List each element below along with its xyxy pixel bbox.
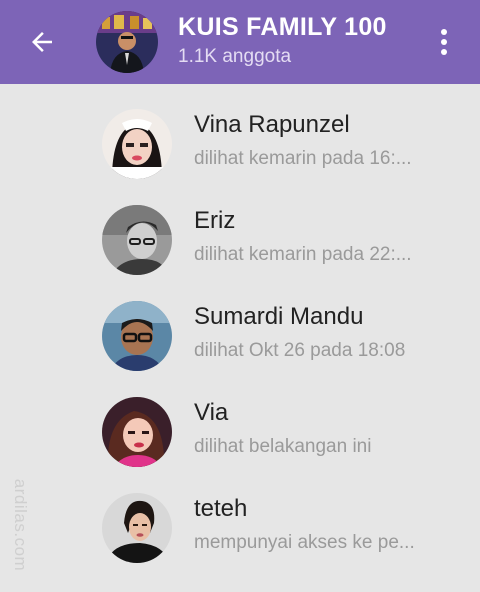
member-list-item[interactable]: Vina Rapunzel dilihat kemarin pada 16:..… xyxy=(0,96,480,192)
chat-header: KUIS FAMILY 100 1.1K anggota xyxy=(0,0,480,84)
member-avatar xyxy=(102,205,172,275)
back-button[interactable] xyxy=(22,24,62,60)
arrow-left-icon xyxy=(32,32,52,52)
member-last-seen: dilihat belakangan ini xyxy=(194,436,372,457)
member-name: teteh xyxy=(194,495,248,522)
member-name: Vina Rapunzel xyxy=(194,111,350,138)
member-last-seen: dilihat kemarin pada 16:... xyxy=(194,148,412,169)
member-last-seen: dilihat kemarin pada 22:... xyxy=(194,244,412,265)
member-list-item[interactable]: teteh mempunyai akses ke pe... xyxy=(0,480,480,576)
group-avatar[interactable] xyxy=(96,11,158,73)
member-list-item[interactable]: Eriz dilihat kemarin pada 22:... xyxy=(0,192,480,288)
member-name: Sumardi Mandu xyxy=(194,303,364,330)
watermark-text: ardilas.com xyxy=(11,478,31,572)
group-title[interactable]: KUIS FAMILY 100 xyxy=(178,13,387,42)
member-avatar xyxy=(102,493,172,563)
more-vertical-icon xyxy=(441,29,447,55)
member-last-seen: dilihat Okt 26 pada 18:08 xyxy=(194,340,406,361)
more-menu-button[interactable] xyxy=(430,24,458,60)
member-avatar xyxy=(102,301,172,371)
member-list-item[interactable]: Sumardi Mandu dilihat Okt 26 pada 18:08 xyxy=(0,288,480,384)
member-avatar xyxy=(102,397,172,467)
member-last-seen: mempunyai akses ke pe... xyxy=(194,532,415,553)
watermark: ardilas.com xyxy=(7,470,33,580)
member-avatar xyxy=(102,109,172,179)
member-name: Via xyxy=(194,399,229,426)
member-count: 1.1K anggota xyxy=(178,46,292,67)
member-list-item[interactable]: Via dilihat belakangan ini xyxy=(0,384,480,480)
member-name: Eriz xyxy=(194,207,236,234)
